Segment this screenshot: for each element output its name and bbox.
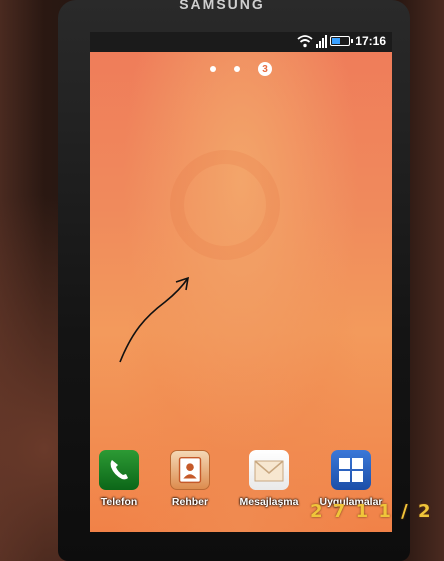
phone-icon (99, 450, 139, 490)
envelope-icon (249, 450, 289, 490)
dock-item-contacts[interactable]: Rehber (151, 450, 229, 508)
dock-label-messaging: Mesajlaşma (239, 496, 299, 508)
brand-logo: SAMSUNG (179, 0, 265, 12)
dock-item-apps[interactable]: Uygulamalar (312, 450, 390, 508)
home-screen[interactable]: 17:16 3 Telefon Rehber Mesajlaşma Uygula… (90, 32, 392, 532)
dock-item-phone[interactable]: Telefon (90, 450, 158, 508)
photo-date-stamp: 2 7 1 1 / 2 (310, 501, 433, 522)
contacts-icon (170, 450, 210, 490)
dock-item-messaging[interactable]: Mesajlaşma (230, 450, 308, 508)
dock-label-phone: Telefon (100, 496, 138, 508)
apps-grid-icon (331, 450, 371, 490)
dock-label-contacts: Rehber (171, 496, 209, 508)
